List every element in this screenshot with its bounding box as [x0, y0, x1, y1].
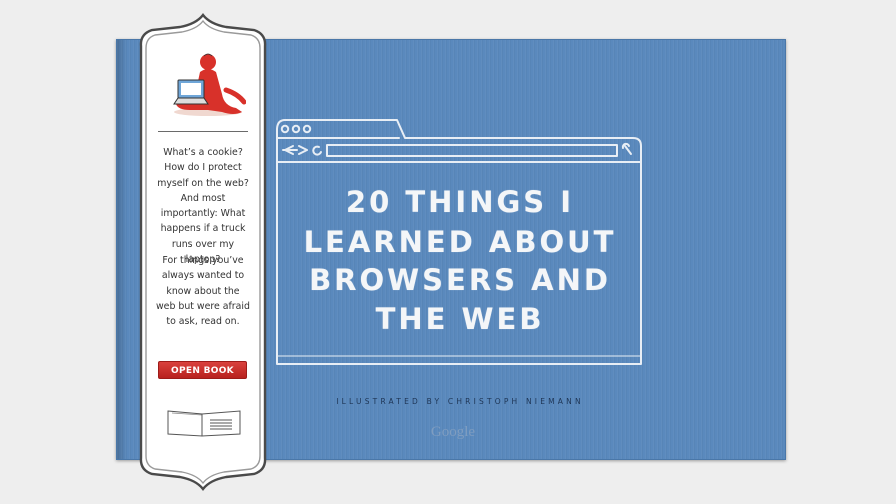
- book-spine: [117, 40, 127, 459]
- google-logo: Google: [430, 424, 476, 440]
- open-book-icon[interactable]: [166, 408, 242, 438]
- cover-title-line-4: THE WEB: [375, 302, 545, 336]
- open-book-button[interactable]: OPEN BOOK: [158, 361, 247, 379]
- cover-title-line-3: BROWSERS AND: [309, 263, 611, 297]
- person-with-laptop-icon: [173, 53, 246, 116]
- sidebar-divider: [158, 131, 248, 132]
- illustrator-credit: ILLUSTRATED BY CHRISTOPH NIEMANN: [336, 397, 584, 406]
- sidebar-intro-text: What’s a cookie? How do I protect myself…: [157, 147, 249, 266]
- sidebar-followup-text: For things you’ve always wanted to know …: [156, 255, 250, 328]
- cover-title-line-2: LEARNED ABOUT: [303, 225, 617, 259]
- cover-title-line-1: 20 THINGS I: [345, 185, 575, 219]
